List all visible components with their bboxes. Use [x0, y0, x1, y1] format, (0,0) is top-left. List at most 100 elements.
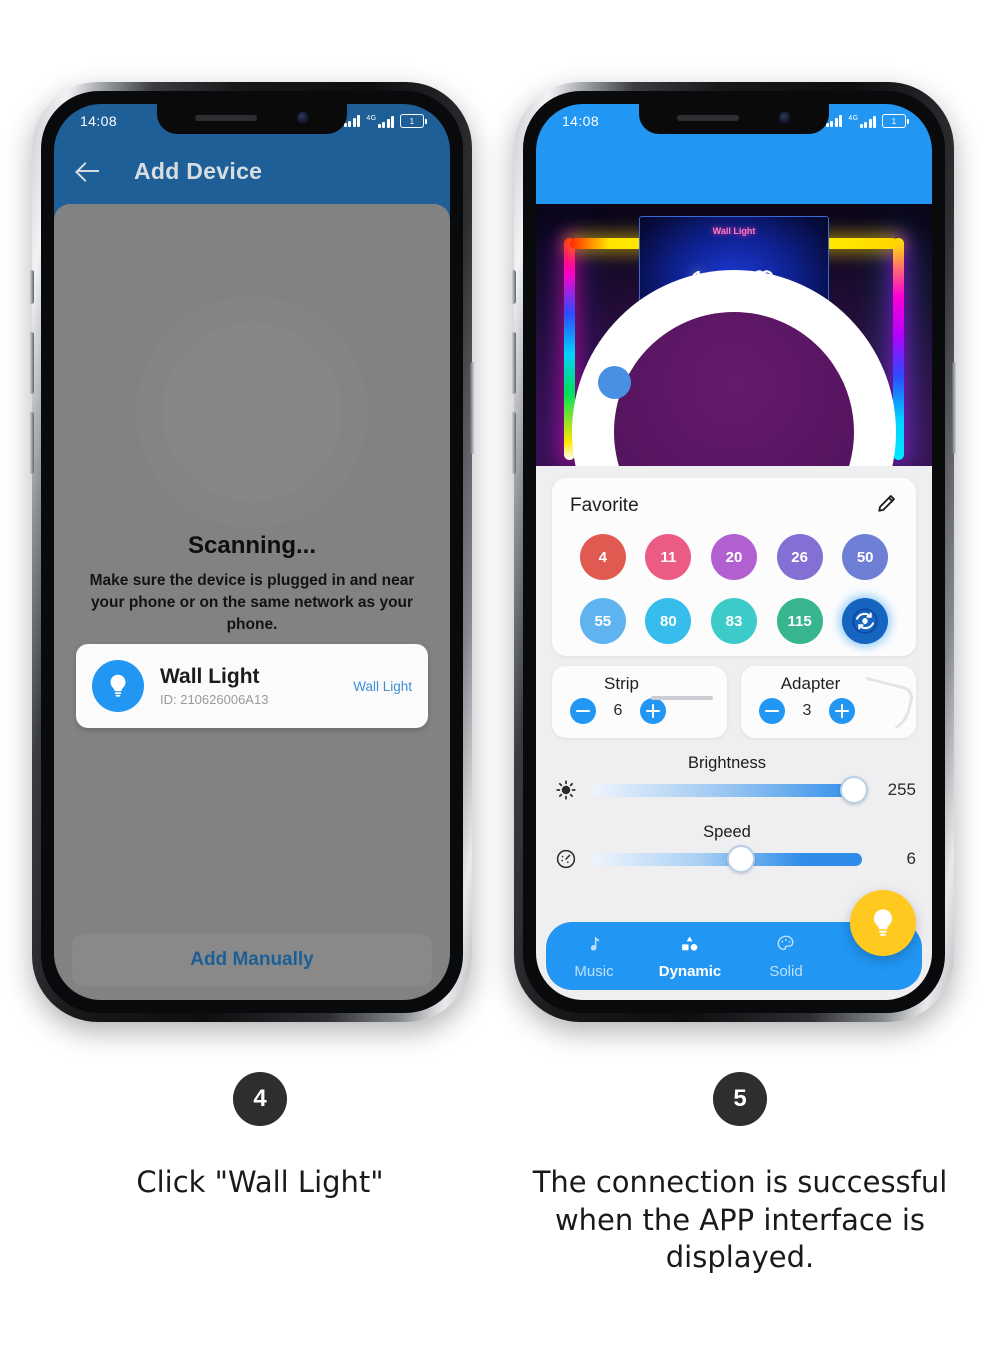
preview-device-label: Wall Light	[712, 226, 756, 236]
speed-value: 6	[906, 849, 916, 868]
minus-icon[interactable]	[759, 698, 785, 724]
status-indicators: 4G 1	[825, 114, 909, 128]
mute-switch[interactable]	[29, 270, 34, 304]
nav-item-solid[interactable]: Solid	[738, 933, 834, 980]
control-panel: Favorite 4 11 20 26 50 55 80 83 115 Stri…	[536, 466, 932, 1000]
battery-icon: 1	[400, 114, 427, 128]
minus-icon[interactable]	[570, 698, 596, 724]
favorite-section: Favorite 4 11 20 26 50 55 80 83 115	[552, 478, 916, 656]
network-type-icon: 4G	[848, 115, 876, 128]
right-phone-bezel: 14:08 4G 1 Wall Light Favorite 4 11 20 2…	[523, 91, 945, 1013]
favorite-preset[interactable]: 80	[645, 598, 692, 644]
status-time: 14:08	[562, 113, 600, 129]
device-list-item[interactable]: Wall Light ID: 210626006A13 Wall Light	[76, 644, 428, 728]
stepper-title: Strip	[604, 674, 639, 693]
dial-thumb[interactable]	[598, 366, 631, 399]
mode-dial[interactable]: ‹ ›	[572, 270, 896, 466]
brightness-slider[interactable]	[592, 776, 868, 804]
palette-icon	[775, 933, 797, 959]
brightness-slider-thumb[interactable]	[839, 776, 868, 804]
favorite-preset[interactable]: 50	[842, 534, 889, 580]
favorite-preset[interactable]: 4	[579, 534, 626, 580]
power-button[interactable]	[952, 362, 957, 454]
scanning-title: Scanning...	[187, 532, 316, 559]
favorite-preset[interactable]: 26	[776, 534, 823, 580]
stepper-controls: 6	[570, 698, 727, 724]
notch	[639, 104, 829, 134]
battery-icon: 1	[882, 114, 909, 128]
step-badge: 4	[233, 1072, 287, 1126]
volume-down-button[interactable]	[511, 412, 516, 474]
stepper-value: 3	[802, 702, 812, 719]
volume-up-button[interactable]	[29, 332, 34, 394]
device-name: Wall Light	[160, 664, 260, 688]
brightness-row: 255	[552, 776, 916, 804]
nav-label: Music	[574, 962, 614, 980]
right-phone-frame: 14:08 4G 1 Wall Light Favorite 4 11 20 2…	[511, 82, 957, 1022]
earpiece-speaker	[195, 115, 257, 121]
front-camera	[297, 112, 309, 124]
nav-item-dynamic[interactable]: Dynamic	[642, 933, 738, 980]
light-bulb-icon	[92, 660, 144, 712]
device-type-tag: Wall Light	[353, 678, 412, 694]
page-title: Add Device	[134, 157, 263, 184]
caption-step-5: 5 The connection is successful when the …	[510, 1072, 970, 1277]
network-type-icon: 4G	[366, 115, 394, 128]
scan-overlay: Scanning... Make sure the device is plug…	[54, 204, 450, 1000]
status-time: 14:08	[80, 113, 118, 129]
dynamic-shapes-icon	[679, 933, 701, 959]
pencil-icon[interactable]	[875, 492, 898, 520]
music-note-icon	[583, 933, 605, 959]
favorite-title: Favorite	[570, 495, 639, 516]
brightness-value: 255	[887, 780, 916, 799]
plus-icon[interactable]	[829, 698, 855, 724]
light-preview-area: Wall Light 1	[536, 204, 932, 466]
nav-item-music[interactable]: Music	[546, 933, 642, 980]
speed-gauge-icon	[552, 847, 580, 871]
speed-label: Speed	[703, 823, 751, 841]
earpiece-speaker	[677, 115, 739, 121]
volume-down-button[interactable]	[29, 412, 34, 474]
speed-control: Speed 6	[552, 823, 916, 873]
device-info: Wall Light ID: 210626006A13	[160, 665, 353, 707]
power-toggle-button[interactable]	[850, 890, 916, 956]
caption-text: Click "Wall Light"	[136, 1165, 384, 1199]
front-camera	[779, 112, 791, 124]
favorite-preset[interactable]: 55	[579, 598, 626, 644]
favorite-preset[interactable]: 11	[645, 534, 692, 580]
add-device-header: Add Device	[54, 138, 450, 204]
speed-slider-thumb[interactable]	[726, 845, 755, 873]
brightness-control: Brightness 255	[552, 754, 916, 804]
left-phone-frame: 14:08 4G 1 Add Device Scanning... Make s…	[29, 82, 475, 1022]
light-bulb-icon	[873, 909, 893, 936]
favorite-preset[interactable]: 20	[710, 534, 757, 580]
volume-up-button[interactable]	[511, 332, 516, 394]
caption-text: The connection is successful when the AP…	[532, 1165, 948, 1275]
strip-line-icon	[651, 696, 713, 700]
step-badge: 5	[713, 1072, 767, 1126]
status-indicators: 4G 1	[343, 114, 427, 128]
cycle-favorites-icon[interactable]	[842, 598, 889, 644]
left-phone-bezel: 14:08 4G 1 Add Device Scanning... Make s…	[41, 91, 463, 1013]
favorite-preset[interactable]: 83	[710, 598, 757, 644]
device-id: ID: 210626006A13	[160, 692, 269, 708]
right-phone-screen: 14:08 4G 1 Wall Light Favorite 4 11 20 2…	[536, 104, 932, 1000]
caption-step-4: 4 Click "Wall Light"	[30, 1072, 490, 1202]
power-button[interactable]	[470, 362, 475, 454]
brightness-sun-icon	[552, 778, 580, 802]
scanning-subtitle: Make sure the device is plugged in and n…	[89, 572, 415, 633]
speed-slider[interactable]	[592, 845, 862, 873]
brightness-label: Brightness	[688, 754, 766, 772]
favorite-preset[interactable]: 115	[776, 598, 823, 644]
scanning-animation	[162, 322, 342, 502]
strip-stepper: Strip 6	[552, 666, 727, 738]
left-phone-screen: 14:08 4G 1 Add Device Scanning... Make s…	[54, 104, 450, 1000]
nav-label: Solid	[769, 962, 803, 980]
mute-switch[interactable]	[511, 270, 516, 304]
arrow-left-icon[interactable]	[74, 156, 104, 186]
adapter-stepper: Adapter 3	[741, 666, 916, 738]
nav-label: Dynamic	[658, 962, 722, 980]
add-manually-button[interactable]: Add Manually	[72, 934, 432, 986]
speed-row: 6	[552, 845, 916, 873]
plus-icon[interactable]	[640, 698, 666, 724]
